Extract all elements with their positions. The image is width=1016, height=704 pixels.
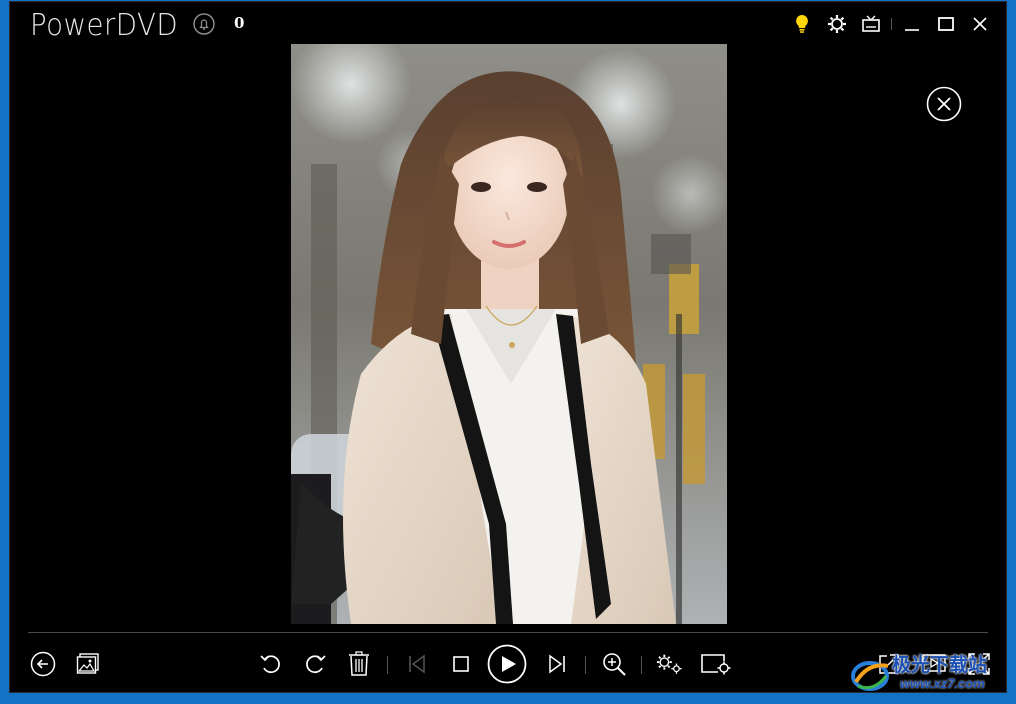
gear-icon[interactable] — [826, 13, 848, 35]
next-icon[interactable] — [543, 650, 571, 678]
player-window: PowerDVD 0 — [9, 1, 1007, 693]
control-separator — [387, 656, 388, 674]
gallery-icon[interactable] — [74, 650, 102, 678]
rotate-left-icon[interactable] — [257, 650, 285, 678]
maximize-icon[interactable] — [935, 13, 957, 35]
play-icon[interactable] — [487, 644, 527, 684]
titlebar-separator — [891, 18, 892, 30]
stop-icon[interactable] — [447, 650, 475, 678]
settings-icon[interactable] — [655, 650, 683, 678]
minimize-icon[interactable] — [901, 13, 923, 35]
close-photo-button[interactable] — [926, 86, 962, 122]
app-title: PowerDVD — [30, 8, 179, 43]
slideshow-settings-icon[interactable] — [700, 650, 732, 678]
photo-viewer — [291, 44, 727, 624]
control-separator — [641, 656, 642, 674]
control-separator — [585, 656, 586, 674]
back-arrow-icon[interactable] — [29, 650, 57, 678]
close-icon[interactable] — [969, 13, 991, 35]
watermark-url: www.xz7.com — [900, 676, 985, 691]
control-bar-divider — [28, 632, 988, 633]
portrait-photo — [291, 44, 727, 624]
zoom-in-icon[interactable] — [600, 650, 628, 678]
watermark-text: 极光下载站 — [892, 655, 988, 676]
notification-count: 0 — [234, 14, 245, 32]
previous-icon[interactable] — [403, 650, 431, 678]
delete-icon[interactable] — [345, 650, 373, 678]
rotate-right-icon[interactable] — [301, 650, 329, 678]
notification-bell-icon[interactable] — [193, 13, 215, 35]
lightbulb-icon[interactable] — [791, 13, 813, 35]
tv-icon[interactable] — [860, 13, 882, 35]
